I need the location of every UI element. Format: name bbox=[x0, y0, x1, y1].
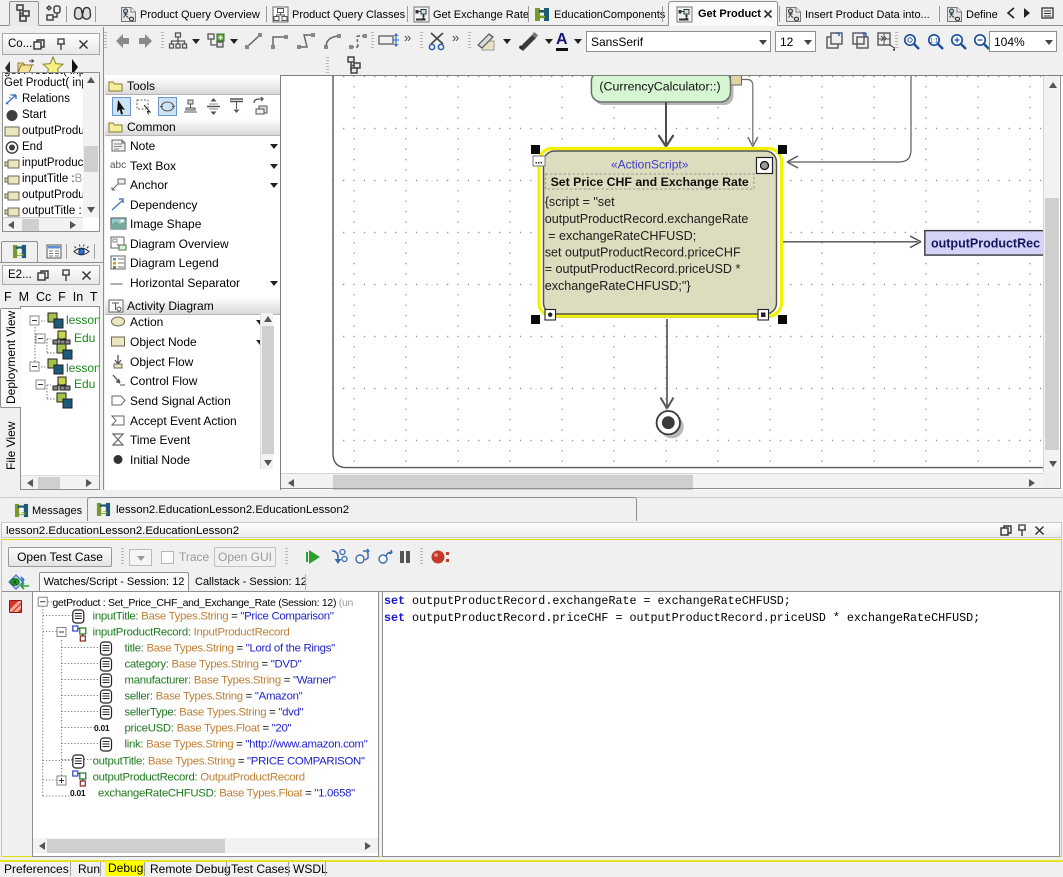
svg-text:set outputProductRecord.priceC: set outputProductRecord.priceCHF bbox=[545, 246, 741, 260]
svg-text:category: Base Types.String =: category: Base Types.String = "DVD" bbox=[125, 659, 302, 671]
svg-text:Edu: Edu bbox=[74, 331, 95, 345]
svg-text:{script = "set: {script = "set bbox=[545, 195, 615, 209]
svg-text:2: 2 bbox=[101, 505, 106, 515]
svg-text:link: Base Types.String = "htt: link: Base Types.String = "http://www.am… bbox=[125, 739, 368, 751]
svg-text:lesson: lesson bbox=[66, 313, 99, 327]
svg-text:exchangeRateCHFUSD;"}: exchangeRateCHFUSD;"} bbox=[545, 279, 691, 293]
svg-text:sellerType: Base Types.String: sellerType: Base Types.String = "dvd" bbox=[125, 707, 304, 719]
svg-text:lesson2: lesson2 bbox=[66, 361, 99, 375]
svg-text:= outputProductRecord.priceUSD: = outputProductRecord.priceUSD * bbox=[545, 262, 741, 276]
svg-text:= exchangeRateCHFUSD;: = exchangeRateCHFUSD; bbox=[545, 229, 697, 243]
svg-text:inputProductRecord: InputProdu: inputProductRecord: InputProductRecord bbox=[93, 627, 290, 639]
svg-text:outputProductRecord.exchangeRa: outputProductRecord.exchangeRate bbox=[545, 212, 749, 226]
svg-text:title: Base Types.String = "Lo: title: Base Types.String = "Lord of the … bbox=[125, 643, 336, 655]
svg-text:2: 2 bbox=[17, 247, 22, 257]
svg-text:inputTitle: Base Types.String: inputTitle: Base Types.String = "Price C… bbox=[93, 611, 334, 623]
svg-text:outputProductRecord: OutputPro: outputProductRecord: OutputProductRecord bbox=[93, 772, 305, 784]
svg-text:(CurrencyCalculator::): (CurrencyCalculator::) bbox=[599, 80, 720, 94]
svg-text:manufacturer: Base Types.Strin: manufacturer: Base Types.String = "Warne… bbox=[125, 675, 336, 687]
svg-text:«ActionScript»: «ActionScript» bbox=[611, 158, 689, 172]
svg-text:getProduct : Set_Price_CHF_and: getProduct : Set_Price_CHF_and_Exchange_… bbox=[52, 597, 353, 609]
svg-text:outputProductRec: outputProductRec bbox=[931, 237, 1040, 251]
svg-text:priceUSD: Base Types.Float = ": priceUSD: Base Types.Float = "20" bbox=[125, 723, 292, 735]
svg-text:0.01: 0.01 bbox=[94, 723, 110, 733]
svg-text:exchangeRateCHFUSD: Base Types: exchangeRateCHFUSD: Base Types.Float = "… bbox=[98, 788, 355, 800]
svg-text:seller: Base Types.String = "A: seller: Base Types.String = "Amazon" bbox=[125, 691, 303, 703]
svg-text:outputTitle: Base Types.String: outputTitle: Base Types.String = "PRICE … bbox=[93, 756, 365, 768]
svg-text:Edu: Edu bbox=[74, 377, 95, 391]
svg-text:0.01: 0.01 bbox=[70, 788, 86, 798]
svg-text:Set Price CHF and Exchange Rat: Set Price CHF and Exchange Rate bbox=[551, 175, 749, 189]
svg-text:1:1: 1:1 bbox=[930, 39, 939, 45]
svg-text:2: 2 bbox=[19, 506, 24, 516]
